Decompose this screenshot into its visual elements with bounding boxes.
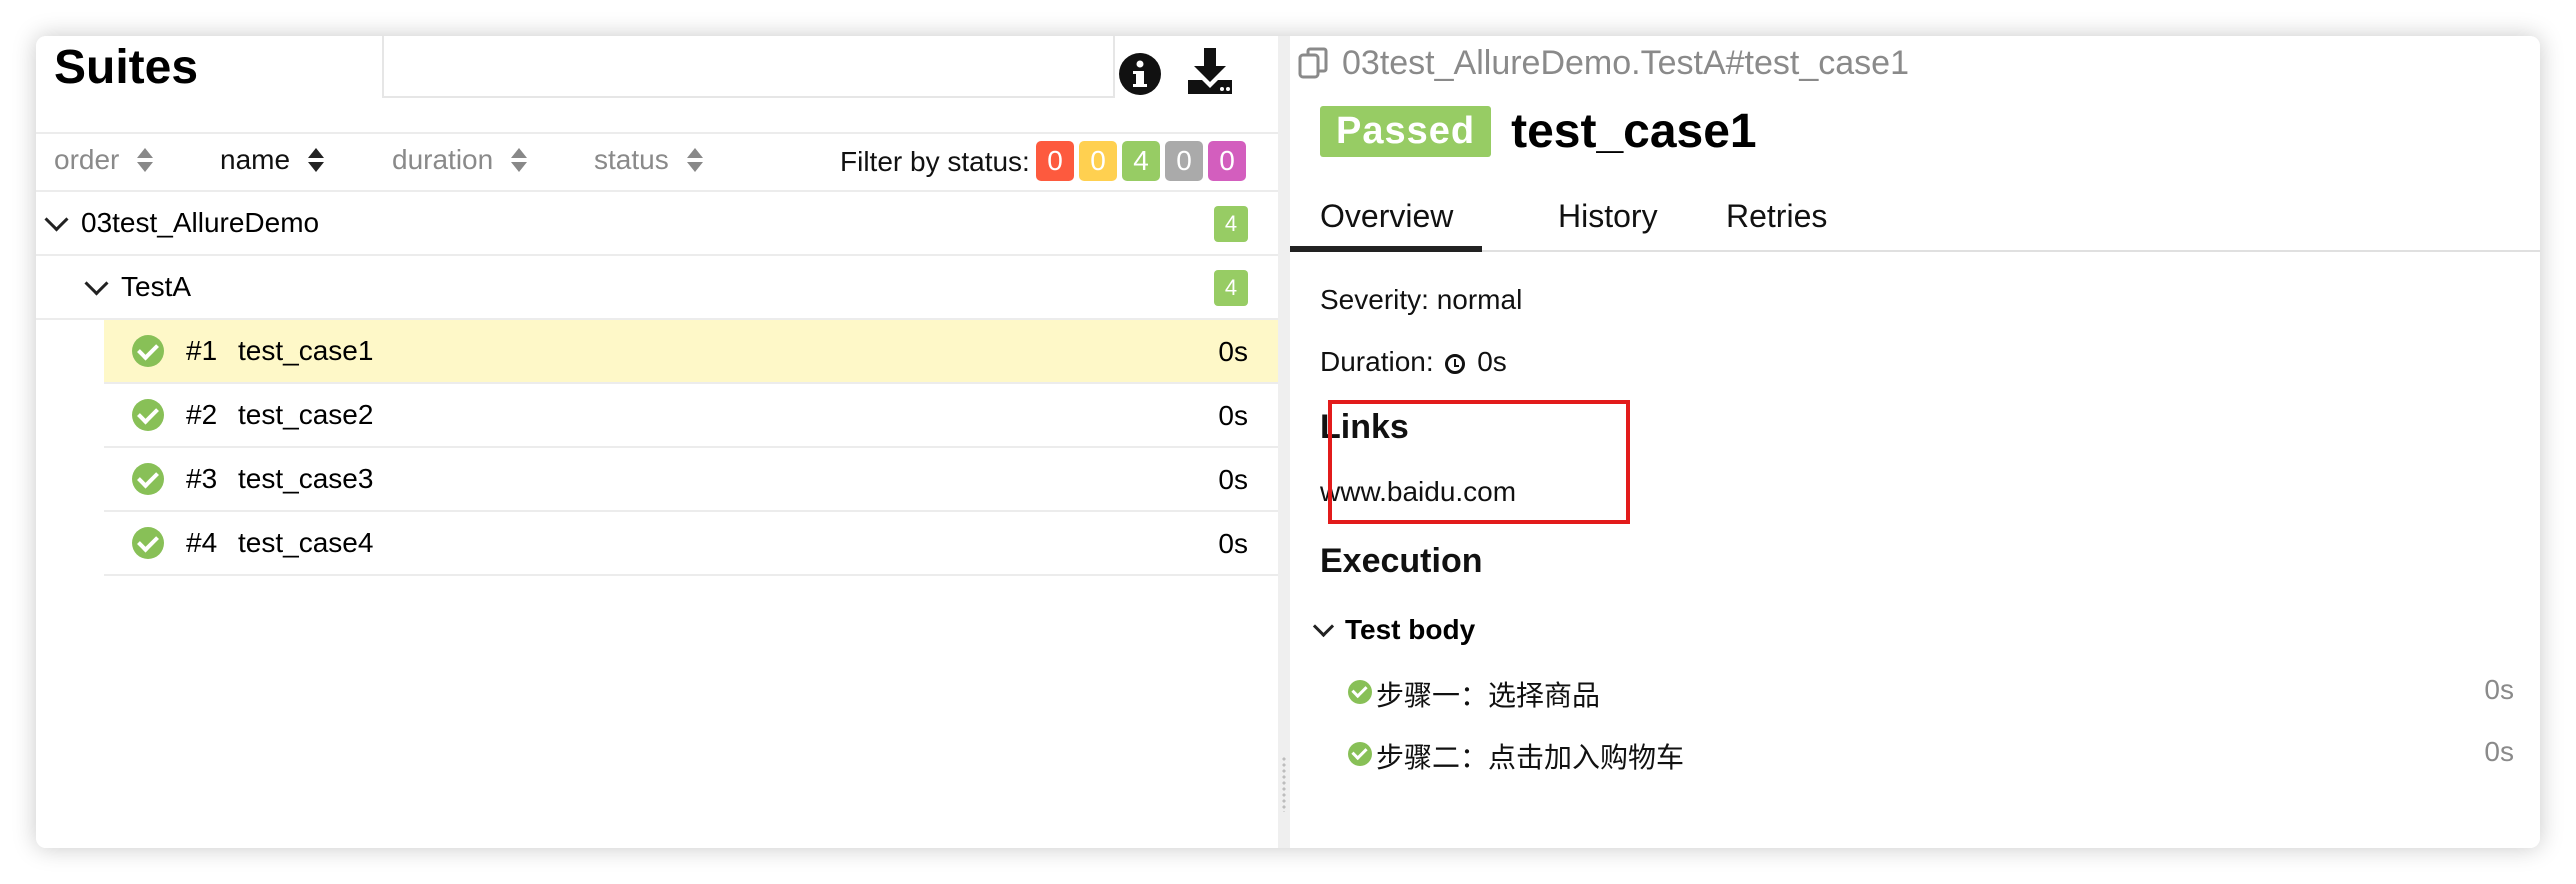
group-name: TestA [121,271,192,302]
passed-check-icon [132,335,164,367]
case-name: test_case1 [238,335,374,366]
filter-skipped-badge[interactable]: 0 [1165,141,1203,181]
chevron-down-icon [84,270,109,296]
filter-label: Filter by status: [840,146,1030,177]
case-number: #4 [186,527,218,558]
step-row[interactable]: 步骤一：选择商品 0s [1290,672,2540,712]
passed-check-icon [132,399,164,431]
passed-check-icon [132,527,164,559]
sort-arrows-icon [511,147,528,173]
suite-count-badge: 4 [1214,206,1248,242]
download-icon[interactable] [1186,46,1234,96]
case-duration: 0s [1218,464,1248,495]
sort-order[interactable]: order [54,144,154,176]
search-input[interactable] [382,36,1115,98]
step-duration: 0s [2484,736,2514,767]
tab-overview[interactable]: Overview [1320,198,1453,235]
filter-broken-badge[interactable]: 0 [1079,141,1117,181]
duration-value: 0s [1477,346,1507,377]
chevron-down-icon [1312,615,1335,637]
test-case-row[interactable]: #2 test_case2 0s [104,384,1278,448]
duration-row: Duration: 0s [1320,346,1507,378]
case-duration: 0s [1218,400,1248,431]
filter-passed-badge[interactable]: 4 [1122,141,1160,181]
pane-splitter[interactable] [1278,36,1290,848]
breadcrumb-text: 03test_AllureDemo.TestA#test_case1 [1342,44,1909,82]
copy-icon[interactable] [1298,47,1330,81]
sort-status[interactable]: status [594,144,703,176]
filter-badges: 0 0 4 0 0 [1036,141,1246,181]
sort-arrows-icon [308,147,325,173]
clock-icon [1445,354,1466,374]
sort-arrows-icon [686,147,703,173]
title-row: Passed test_case1 [1320,104,1757,159]
tree-suite-row[interactable]: 03test_AllureDemo 4 [36,192,1278,256]
drag-handle-icon[interactable] [1281,756,1287,812]
test-case-row[interactable]: #4 test_case4 0s [104,512,1278,576]
case-name: test_case3 [238,463,374,494]
suite-name: 03test_AllureDemo [81,207,320,238]
execution-heading: Execution [1320,542,1483,580]
breadcrumb: 03test_AllureDemo.TestA#test_case1 [1298,44,1909,83]
case-name: test_case4 [238,527,374,558]
sort-name[interactable]: name [220,144,325,176]
test-case-row[interactable]: #3 test_case3 0s [104,448,1278,512]
test-details-pane: 03test_AllureDemo.TestA#test_case1 Passe… [1290,36,2540,848]
suites-tree: 03test_AllureDemo 4 TestA 4 #1 test_case… [36,192,1278,576]
test-case-row[interactable]: #1 test_case1 0s [104,320,1278,384]
case-name: test_case2 [238,399,374,430]
sort-duration[interactable]: duration [392,144,528,176]
step-duration: 0s [2484,674,2514,705]
chevron-down-icon [44,206,69,232]
case-number: #2 [186,399,218,430]
case-duration: 0s [1218,528,1248,559]
case-duration: 0s [1218,336,1248,367]
status-badge: Passed [1320,106,1492,157]
passed-check-icon [1348,680,1372,704]
suites-pane: Suites order name duration status Filter… [36,36,1278,848]
page-title: test_case1 [1511,105,1757,158]
passed-check-icon [1348,742,1372,766]
group-count-badge: 4 [1214,270,1248,306]
test-body-label: Test body [1345,614,1476,645]
tab-bar: Overview History Retries [1290,188,2540,252]
sort-status-label: status [594,144,669,175]
app-window: Suites order name duration status Filter… [36,36,2540,848]
sort-arrows-icon [137,147,154,173]
duration-label: Duration: [1320,346,1434,377]
info-icon[interactable] [1118,52,1162,96]
test-body-toggle[interactable]: Test body [1312,614,1476,646]
case-number: #1 [186,335,218,366]
tab-retries[interactable]: Retries [1726,198,1827,235]
tab-history[interactable]: History [1558,198,1658,235]
severity-text: Severity: normal [1320,284,1523,315]
sort-bar: order name duration status Filter by sta… [36,132,1278,192]
step-row[interactable]: 步骤二：点击加入购物车 0s [1290,734,2540,774]
tree-group-row[interactable]: TestA 4 [36,256,1278,320]
case-number: #3 [186,463,218,494]
sort-order-label: order [54,144,120,175]
suites-title: Suites [54,41,199,94]
step-name: 步骤一：选择商品 [1376,680,1601,711]
active-tab-indicator [1290,246,1482,252]
passed-check-icon [132,463,164,495]
filter-unknown-badge[interactable]: 0 [1208,141,1246,181]
sort-duration-label: duration [392,144,494,175]
sort-name-label: name [220,144,291,175]
highlight-box [1328,400,1630,524]
filter-failed-badge[interactable]: 0 [1036,141,1074,181]
step-name: 步骤二：点击加入购物车 [1376,742,1685,773]
